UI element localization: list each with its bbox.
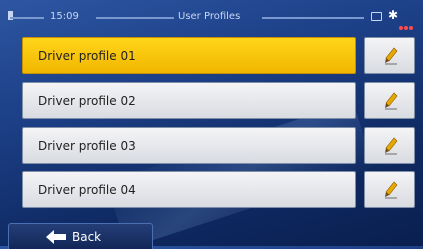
profile-label: Driver profile 02 bbox=[38, 93, 136, 108]
bluetooth-icon: ✱ bbox=[388, 8, 399, 22]
profile-row: Driver profile 03 bbox=[22, 127, 415, 164]
profile-button-02[interactable]: Driver profile 02 bbox=[22, 82, 356, 119]
battery-icon bbox=[371, 12, 382, 21]
menu-dots-icon[interactable] bbox=[399, 15, 419, 30]
edit-profile-button-02[interactable] bbox=[364, 82, 415, 119]
profile-row: Driver profile 01 bbox=[22, 37, 415, 74]
pencil-icon bbox=[385, 181, 398, 199]
edit-profile-button-03[interactable] bbox=[364, 127, 415, 164]
pencil-icon bbox=[385, 47, 398, 65]
screen-title: User Profiles bbox=[178, 11, 241, 22]
status-divider bbox=[10, 17, 44, 19]
profile-row: Driver profile 04 bbox=[22, 171, 415, 208]
edit-profile-button-04[interactable] bbox=[364, 171, 415, 208]
clock: 15:09 bbox=[50, 11, 79, 22]
pencil-icon bbox=[385, 92, 398, 110]
status-divider bbox=[96, 17, 174, 19]
edit-profile-button-01[interactable] bbox=[364, 37, 415, 74]
profile-button-03[interactable]: Driver profile 03 bbox=[22, 127, 356, 164]
status-bar: 15:09 User Profiles ✱ bbox=[0, 0, 423, 30]
profile-label: Driver profile 01 bbox=[38, 48, 136, 63]
profile-label: Driver profile 03 bbox=[38, 138, 136, 153]
profile-label: Driver profile 04 bbox=[38, 182, 136, 197]
arrow-left-icon bbox=[46, 230, 66, 244]
profile-button-01[interactable]: Driver profile 01 bbox=[22, 37, 356, 74]
status-divider bbox=[262, 17, 364, 19]
back-button[interactable]: Back bbox=[8, 223, 153, 249]
pencil-icon bbox=[385, 137, 398, 155]
profile-row: Driver profile 02 bbox=[22, 82, 415, 119]
back-label: Back bbox=[72, 230, 102, 244]
profile-button-04[interactable]: Driver profile 04 bbox=[22, 171, 356, 208]
